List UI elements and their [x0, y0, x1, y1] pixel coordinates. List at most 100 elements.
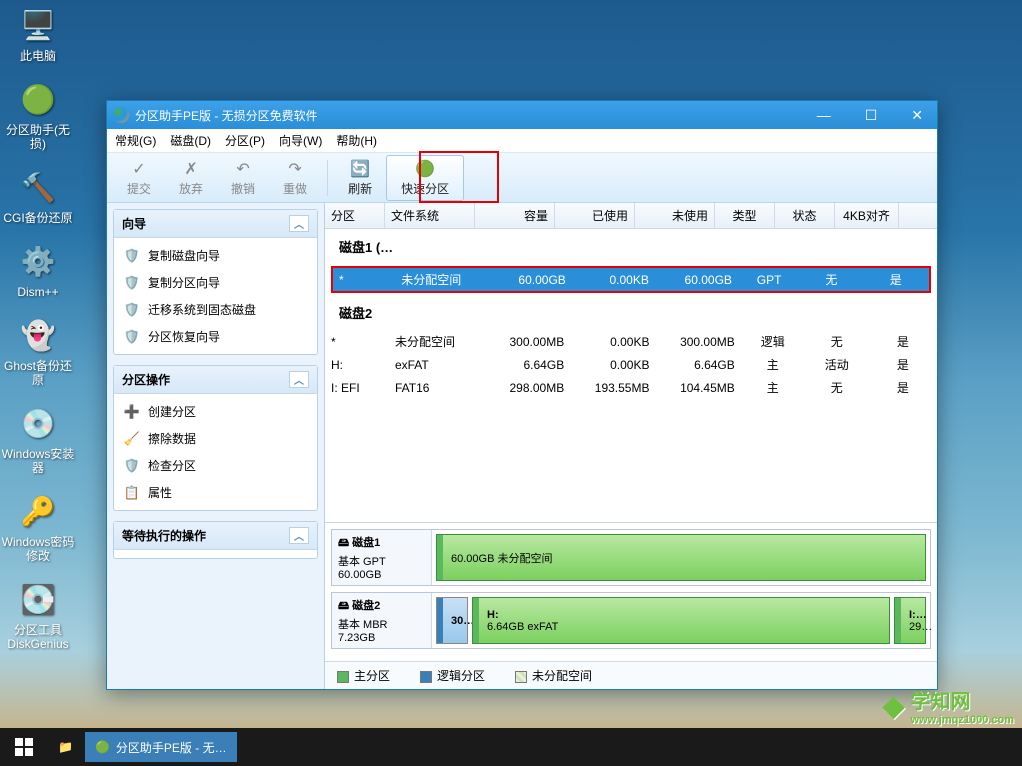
start-button[interactable] [4, 732, 44, 762]
col-head-5[interactable]: 类型 [715, 203, 775, 228]
panel-head[interactable]: 等待执行的操作︿ [114, 522, 317, 550]
toolbar-icon: ↶ [232, 159, 254, 179]
desktop-glyph-icon: 💿 [18, 403, 58, 443]
disk-name: 🖴 磁盘2 [338, 597, 425, 616]
desktop-glyph-icon: 🔨 [18, 167, 58, 207]
disk-block-2[interactable]: 🖴 磁盘2基本 MBR7.23GB 30…H:6.64GB exFATI:…29… [331, 592, 931, 649]
panel-head[interactable]: 分区操作︿ [114, 366, 317, 394]
menu-1[interactable]: 磁盘(D) [170, 132, 211, 149]
partition-bar[interactable]: 60.00GB 未分配空间 [436, 534, 926, 581]
table-row[interactable]: H:exFAT6.64GB0.00KB6.64GB主活动是 [325, 353, 937, 376]
panel-item-1-3[interactable]: 📋属性 [114, 479, 317, 506]
titlebar[interactable]: 分区助手PE版 - 无损分区免费软件 — ☐ ✕ [107, 101, 937, 129]
col-head-7[interactable]: 4KB对齐 [835, 203, 899, 228]
panel-item-1-1[interactable]: 🧹擦除数据 [114, 425, 317, 452]
desktop-icon-1[interactable]: 🟢分区助手(无损) [0, 79, 76, 151]
desktop-icon-3[interactable]: ⚙️Dism++ [0, 241, 76, 299]
table-row[interactable]: *未分配空间60.00GB0.00KB60.00GBGPT无是 [333, 268, 929, 291]
taskbar: 📁 🟢分区助手PE版 - 无… [0, 728, 1022, 766]
desktop-label: CGI备份还原 [0, 211, 76, 225]
toolbar-放弃: ✗放弃 [165, 156, 217, 200]
panel-item-label: 擦除数据 [148, 430, 196, 447]
panel-item-0-0[interactable]: 🛡️ 复制磁盘向导 [114, 242, 317, 269]
panel-item-1-2[interactable]: 🛡️ 检查分区 [114, 452, 317, 479]
toolbar-快速分区[interactable]: 🟢快速分区 [386, 155, 464, 201]
col-head-2[interactable]: 容量 [475, 203, 555, 228]
desktop-label: 分区助手(无损) [0, 123, 76, 151]
task-icon: 🟢 [95, 740, 110, 754]
toolbar-label: 刷新 [348, 180, 372, 197]
desktop-glyph-icon: 🔑 [18, 491, 58, 531]
toolbar-重做: ↷重做 [269, 156, 321, 200]
desktop-label: Windows安装器 [0, 447, 76, 475]
menubar: 常规(G) 磁盘(D) 分区(P) 向导(W) 帮助(H) [107, 129, 937, 153]
sidebar: 向导︿ 🛡️ 复制磁盘向导 🛡️ 复制分区向导 🛡️迁移系统到固态磁盘🛡️分区恢复向导分区… [107, 203, 325, 689]
toolbar-label: 撤销 [231, 180, 255, 197]
panel-0: 向导︿ 🛡️ 复制磁盘向导 🛡️ 复制分区向导 🛡️迁移系统到固态磁盘🛡️分区恢复向导 [113, 209, 318, 355]
toolbar-label: 提交 [127, 180, 151, 197]
panel-item-label: 复制磁盘向导 [148, 247, 220, 264]
menu-3[interactable]: 向导(W) [279, 132, 322, 149]
col-head-1[interactable]: 文件系统 [385, 203, 475, 228]
toolbar-icon: 🔄 [349, 159, 371, 179]
partition-bar[interactable]: 30… [436, 597, 468, 644]
task-icon: 📁 [58, 740, 73, 754]
collapse-icon[interactable]: ︿ [289, 527, 309, 544]
toolbar-撤销: ↶撤销 [217, 156, 269, 200]
panel-item-icon: 🛡️ [124, 275, 140, 291]
desktop-icon-7[interactable]: 💽分区工具DiskGenius [0, 579, 76, 651]
main-area: 分区文件系统容量已使用未使用类型状态4KB对齐 磁盘1 (…*未分配空间60.0… [325, 203, 937, 689]
toolbar-刷新[interactable]: 🔄刷新 [334, 156, 386, 200]
partition-bar[interactable]: H:6.64GB exFAT [472, 597, 890, 644]
table-row[interactable]: *未分配空间300.00MB0.00KB300.00MB逻辑无是 [325, 330, 937, 353]
disk-block-1[interactable]: 🖴 磁盘1基本 GPT60.00GB 60.00GB 未分配空间 [331, 529, 931, 586]
partition-bar[interactable]: I:…29… [894, 597, 926, 644]
collapse-icon[interactable]: ︿ [289, 215, 309, 232]
panel-item-0-2[interactable]: 🛡️迁移系统到固态磁盘 [114, 296, 317, 323]
panel-item-label: 复制分区向导 [148, 274, 220, 291]
panel-item-0-3[interactable]: 🛡️分区恢复向导 [114, 323, 317, 350]
panel-item-icon: 🛡️ [124, 329, 140, 345]
desktop-icon-6[interactable]: 🔑 Windows密码修改 [0, 491, 76, 563]
desktop-icon-4[interactable]: 👻Ghost备份还原 [0, 315, 76, 387]
app-icon [113, 107, 129, 123]
panel-head[interactable]: 向导︿ [114, 210, 317, 238]
minimize-button[interactable]: — [809, 107, 839, 124]
maximize-button[interactable]: ☐ [857, 107, 886, 124]
toolbar-label: 放弃 [179, 180, 203, 197]
col-head-6[interactable]: 状态 [775, 203, 835, 228]
panel-item-icon: 🛡️ [124, 248, 140, 264]
desktop-icon-2[interactable]: 🔨 CGI备份还原 [0, 167, 76, 225]
collapse-icon[interactable]: ︿ [289, 371, 309, 388]
table-row[interactable]: I: EFIFAT16298.00MB193.55MB104.45MB主无是 [325, 376, 937, 399]
watermark: ◆ 学知网 www.jmqz1000.com [883, 685, 1014, 726]
close-button[interactable]: ✕ [903, 107, 931, 124]
task-item-1[interactable]: 🟢分区助手PE版 - 无… [85, 732, 237, 762]
menu-0[interactable]: 常规(G) [115, 132, 156, 149]
panel-item-icon: 🛡️ [124, 302, 140, 318]
toolbar-label: 重做 [283, 180, 307, 197]
menu-2[interactable]: 分区(P) [225, 132, 265, 149]
menu-4[interactable]: 帮助(H) [336, 132, 377, 149]
col-head-4[interactable]: 未使用 [635, 203, 715, 228]
panel-item-icon: 🛡️ [124, 458, 140, 474]
panel-item-icon: ➕ [124, 404, 140, 420]
desktop-glyph-icon: ⚙️ [18, 241, 58, 281]
toolbar-label: 快速分区 [401, 180, 449, 197]
panel-2: 等待执行的操作︿ [113, 521, 318, 559]
col-head-0[interactable]: 分区 [325, 203, 385, 228]
desktop-glyph-icon: 🖥️ [18, 5, 58, 45]
toolbar: ✓提交✗放弃↶撤销↷重做🔄刷新🟢快速分区 [107, 153, 937, 203]
desktop-label: Windows密码修改 [0, 535, 76, 563]
task-item-0[interactable]: 📁 [48, 732, 83, 762]
toolbar-icon: 🟢 [414, 159, 436, 179]
panel-item-label: 属性 [148, 484, 172, 501]
desktop-icon-5[interactable]: 💿 Windows安装器 [0, 403, 76, 475]
desktop-icon-0[interactable]: 🖥️此电脑 [0, 5, 76, 63]
panel-item-label: 检查分区 [148, 457, 196, 474]
panel-item-1-0[interactable]: ➕创建分区 [114, 398, 317, 425]
disk-title: 磁盘2 [325, 295, 937, 330]
panel-item-0-1[interactable]: 🛡️ 复制分区向导 [114, 269, 317, 296]
col-head-3[interactable]: 已使用 [555, 203, 635, 228]
legend-item-1: 逻辑分区 [420, 667, 485, 684]
